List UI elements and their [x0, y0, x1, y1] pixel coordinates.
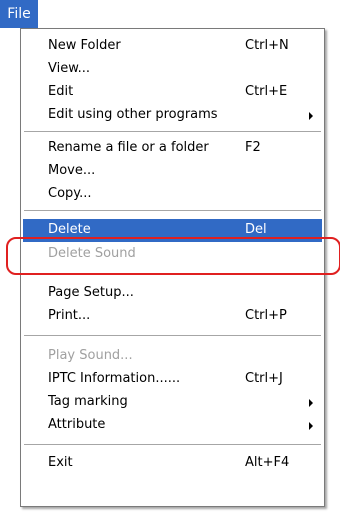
menu-item-move[interactable]: Move...: [21, 160, 324, 183]
file-menu-tab[interactable]: File: [0, 0, 38, 28]
menu-item-edit[interactable]: Edit Ctrl+E: [21, 81, 324, 104]
menu-item-attribute[interactable]: Attribute: [21, 414, 324, 437]
menu-separator: [24, 273, 321, 274]
menu-item-shortcut: Ctrl+N: [245, 38, 289, 53]
menu-separator: [24, 335, 321, 336]
submenu-arrow-icon: [309, 399, 313, 407]
file-dropdown-menu: New Folder Ctrl+N View... Edit Ctrl+E Ed…: [20, 28, 325, 507]
menu-item-label: Exit: [48, 455, 73, 470]
menu-separator: [24, 131, 321, 132]
menu-item-label: Play Sound...: [48, 348, 133, 363]
menu-item-label: Attribute: [48, 417, 106, 432]
menu-item-label: View...: [48, 61, 91, 76]
menu-item-label: Edit using other programs: [48, 107, 218, 122]
menu-item-exit[interactable]: Exit Alt+F4: [21, 452, 324, 475]
menu-item-tag-marking[interactable]: Tag marking: [21, 391, 324, 414]
menu-item-new-folder[interactable]: New Folder Ctrl+N: [21, 35, 324, 58]
menu-item-page-setup[interactable]: Page Setup...: [21, 282, 324, 305]
menu-item-copy[interactable]: Copy...: [21, 183, 324, 206]
menu-item-shortcut: Del: [245, 222, 267, 237]
menu-separator: [24, 444, 321, 445]
menu-item-label: Delete Sound: [48, 246, 136, 261]
menu-item-label: Delete: [48, 222, 91, 237]
menu-item-label: Rename a file or a folder: [48, 140, 209, 155]
menu-item-play-sound: Play Sound...: [21, 345, 324, 368]
menu-item-label: Edit: [48, 84, 74, 99]
file-menu-label: File: [7, 6, 31, 22]
menu-item-delete[interactable]: Delete Del: [23, 219, 322, 242]
menu-item-label: Tag marking: [48, 394, 128, 409]
menu-item-label: Page Setup...: [48, 285, 134, 300]
menu-item-label: Print...: [48, 308, 91, 323]
menu-item-shortcut: Ctrl+P: [245, 308, 287, 323]
menu-item-edit-other-programs[interactable]: Edit using other programs: [21, 104, 324, 127]
menu-separator: [24, 210, 321, 211]
submenu-arrow-icon: [309, 112, 313, 120]
menu-item-label: IPTC Information......: [48, 371, 181, 386]
menu-item-view[interactable]: View...: [21, 58, 324, 81]
menu-item-shortcut: F2: [245, 140, 261, 155]
menu-item-label: Move...: [48, 163, 96, 178]
menu-item-shortcut: Ctrl+J: [245, 371, 283, 386]
menu-item-label: New Folder: [48, 38, 121, 53]
menu-item-shortcut: Ctrl+E: [245, 84, 288, 99]
menu-item-iptc-information[interactable]: IPTC Information...... Ctrl+J: [21, 368, 324, 391]
menu-item-delete-sound: Delete Sound: [21, 243, 324, 266]
menu-item-shortcut: Alt+F4: [245, 455, 290, 470]
submenu-arrow-icon: [309, 422, 313, 430]
menu-item-label: Copy...: [48, 186, 92, 201]
menu-item-print[interactable]: Print... Ctrl+P: [21, 305, 324, 328]
menu-item-rename[interactable]: Rename a file or a folder F2: [21, 137, 324, 160]
